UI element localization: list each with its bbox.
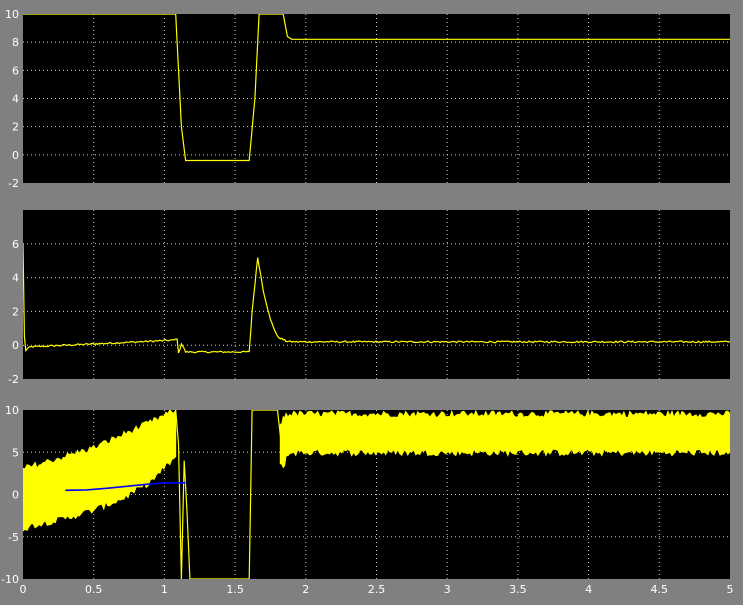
y-tick-label: -5 (8, 531, 19, 544)
y-tick-label: 5 (12, 446, 19, 459)
y-tick-label: 8 (12, 36, 19, 49)
y-tick-label: 2 (12, 305, 19, 318)
y-tick-label: 0 (12, 149, 19, 162)
x-tick-label: 5 (727, 583, 734, 596)
x-tick-label: 3 (444, 583, 451, 596)
y-tick-label: 4 (12, 93, 19, 106)
y-tick-label: -10 (1, 573, 19, 586)
x-tick-label: 2.5 (368, 583, 386, 596)
y-tick-label: 6 (12, 64, 19, 77)
y-tick-label: 0 (12, 489, 19, 502)
x-tick-label: 4.5 (651, 583, 669, 596)
axes-2: -2 0 2 4 6 (8, 210, 730, 386)
x-tick-label: 4 (585, 583, 592, 596)
x-tick-label: 0 (20, 583, 27, 596)
y-tick-label: 2 (12, 121, 19, 134)
x-tick-label: 2 (302, 583, 309, 596)
x-tick-label: 0.5 (85, 583, 103, 596)
x-tick-label: 1 (161, 583, 168, 596)
x-tick-label: 1.5 (226, 583, 244, 596)
y-tick-label: 6 (12, 238, 19, 251)
y-tick-label: 10 (5, 8, 19, 21)
y-tick-label: 0 (12, 339, 19, 352)
axes-3: -10 -5 0 5 10 (1, 404, 730, 586)
axes-1: -2 0 2 4 6 8 10 (5, 8, 730, 190)
y-tick-label: 10 (5, 404, 19, 417)
y-tick-label: -2 (8, 373, 19, 386)
x-tick-label: 3.5 (509, 583, 527, 596)
scope-figure: -2 0 2 4 6 8 10 -2 0 2 4 6 -10 -5 0 5 10 0 0.5 1 1.5 2 2.5 3 3.5… (1, 8, 734, 596)
y-tick-label: -2 (8, 177, 19, 190)
y-tick-label: 4 (12, 272, 19, 285)
